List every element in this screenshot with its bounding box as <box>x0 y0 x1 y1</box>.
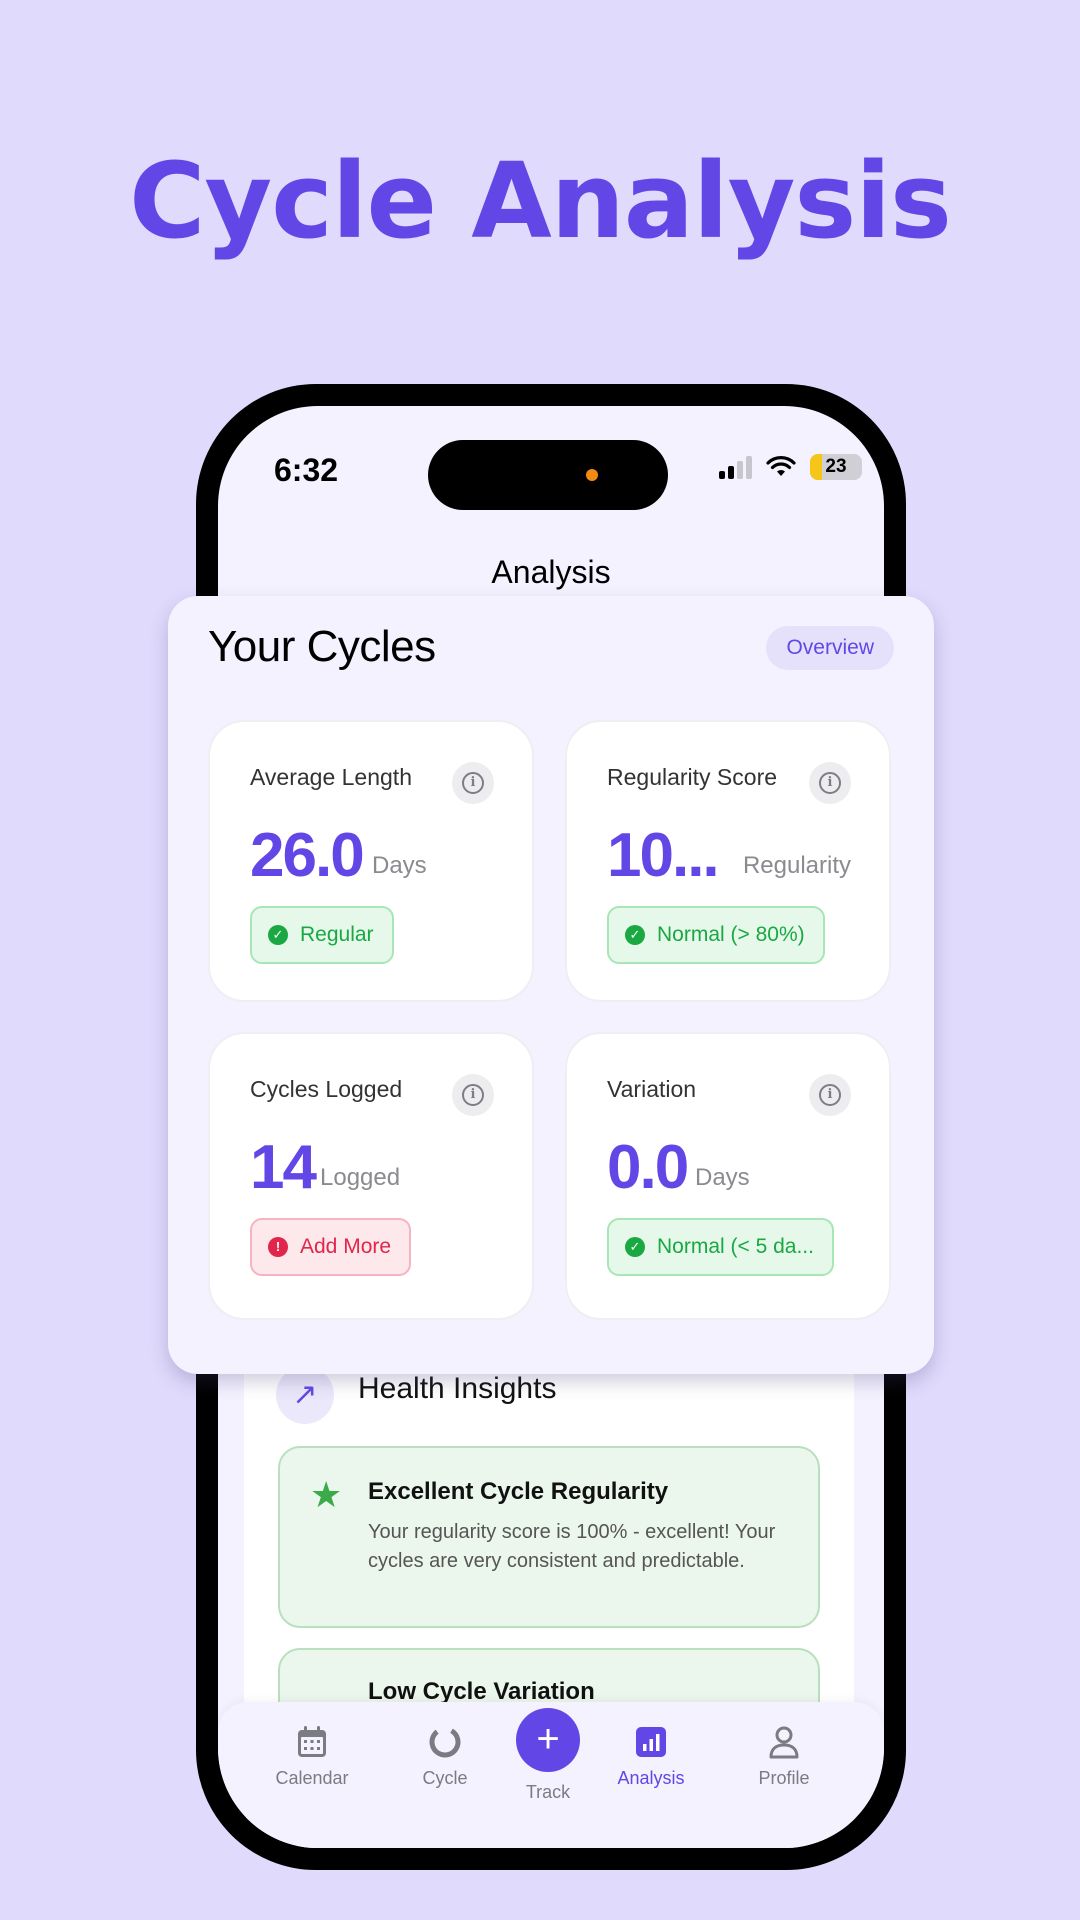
stat-card-regularity-score[interactable]: Regularity Score i 10... Regularity ✓ No… <box>565 720 891 1002</box>
stat-card-cycles-logged[interactable]: Cycles Logged i 14 Logged ! Add More <box>208 1032 534 1320</box>
info-icon: i <box>819 772 841 794</box>
nav-title: Analysis <box>491 554 611 590</box>
your-cycles-card: Your Cycles Overview Average Length i 26… <box>168 596 934 1374</box>
bar-chart-icon <box>636 1727 666 1757</box>
insight-title: Excellent Cycle Regularity <box>368 1478 669 1505</box>
person-icon <box>769 1726 799 1759</box>
overview-button[interactable]: Overview <box>766 626 894 670</box>
status-time: 6:32 <box>274 452 339 488</box>
check-circle-icon: ✓ <box>625 1237 645 1257</box>
dynamic-island <box>428 440 668 510</box>
cycle-ring-icon <box>429 1726 461 1758</box>
stat-value: 26.0 <box>250 821 365 890</box>
info-button[interactable]: i <box>809 762 851 804</box>
insight-card[interactable]: ★ Excellent Cycle Regularity Your regula… <box>278 1446 820 1628</box>
tab-bar: Calendar Cycle + Track Analysis Profile <box>218 1702 884 1848</box>
tab-label: Analysis <box>617 1768 685 1788</box>
insight-body: Your regularity score is 100% - excellen… <box>368 1521 776 1572</box>
status-badge[interactable]: ! Add More <box>250 1218 412 1276</box>
status-badge: ✓ Normal (> 80%) <box>607 906 825 964</box>
info-button[interactable]: i <box>452 762 494 804</box>
status-indicators: 23 <box>719 454 862 480</box>
info-icon: i <box>462 1084 484 1106</box>
info-icon: i <box>462 772 484 794</box>
stat-label: Cycles Logged <box>250 1076 403 1102</box>
privacy-indicator-dot <box>586 469 598 481</box>
check-circle-icon: ✓ <box>625 925 645 945</box>
hero-title: Cycle Analysis <box>129 140 952 262</box>
battery-icon: 23 <box>810 454 862 480</box>
stat-label: Regularity Score <box>607 764 778 790</box>
plus-icon: + <box>536 1717 560 1761</box>
stat-unit: Regularity <box>742 852 851 879</box>
star-icon: ★ <box>310 1474 343 1515</box>
status-badge: ✓ Normal (< 5 da... <box>607 1218 834 1276</box>
tab-cycle[interactable]: Cycle <box>385 1722 505 1789</box>
badge-label: Regular <box>300 923 374 946</box>
tab-label: Calendar <box>275 1768 349 1788</box>
stat-unit: Days <box>695 1164 750 1191</box>
alert-circle-icon: ! <box>268 1237 288 1257</box>
cellular-signal-icon <box>719 455 752 479</box>
stat-card-variation[interactable]: Variation i 0.0 Days ✓ Normal (< 5 da... <box>565 1032 891 1320</box>
stat-unit: Days <box>372 852 427 879</box>
check-circle-icon: ✓ <box>268 925 288 945</box>
stat-label: Variation <box>607 1076 697 1102</box>
stat-card-average-length[interactable]: Average Length i 26.0 Days ✓ Regular <box>208 720 534 1002</box>
badge-label: Normal (< 5 da... <box>657 1235 814 1258</box>
status-badge: ✓ Regular <box>250 906 394 964</box>
info-icon: i <box>819 1084 841 1106</box>
badge-label: Normal (> 80%) <box>657 923 805 946</box>
stat-value: 14 <box>250 1133 317 1202</box>
calendar-icon <box>298 1726 326 1757</box>
tab-label: Cycle <box>422 1768 468 1788</box>
track-add-button[interactable]: + <box>516 1708 580 1772</box>
stat-label: Average Length <box>250 764 412 790</box>
info-button[interactable]: i <box>809 1074 851 1116</box>
insights-title: Health Insights <box>358 1372 557 1405</box>
trend-icon: ↗ <box>276 1366 334 1424</box>
stat-unit: Logged <box>320 1164 401 1191</box>
tab-profile[interactable]: Profile <box>724 1722 844 1789</box>
info-button[interactable]: i <box>452 1074 494 1116</box>
wifi-icon <box>766 456 796 476</box>
battery-level: 23 <box>825 456 847 477</box>
stat-value: 10... <box>607 821 720 890</box>
cycles-title: Your Cycles <box>208 622 436 671</box>
stat-value: 0.0 <box>607 1133 689 1202</box>
tab-label: Track <box>525 1782 571 1802</box>
tab-analysis[interactable]: Analysis <box>591 1722 711 1789</box>
badge-label: Add More <box>300 1235 392 1258</box>
tab-calendar[interactable]: Calendar <box>252 1722 372 1789</box>
tab-label: Profile <box>758 1768 810 1788</box>
